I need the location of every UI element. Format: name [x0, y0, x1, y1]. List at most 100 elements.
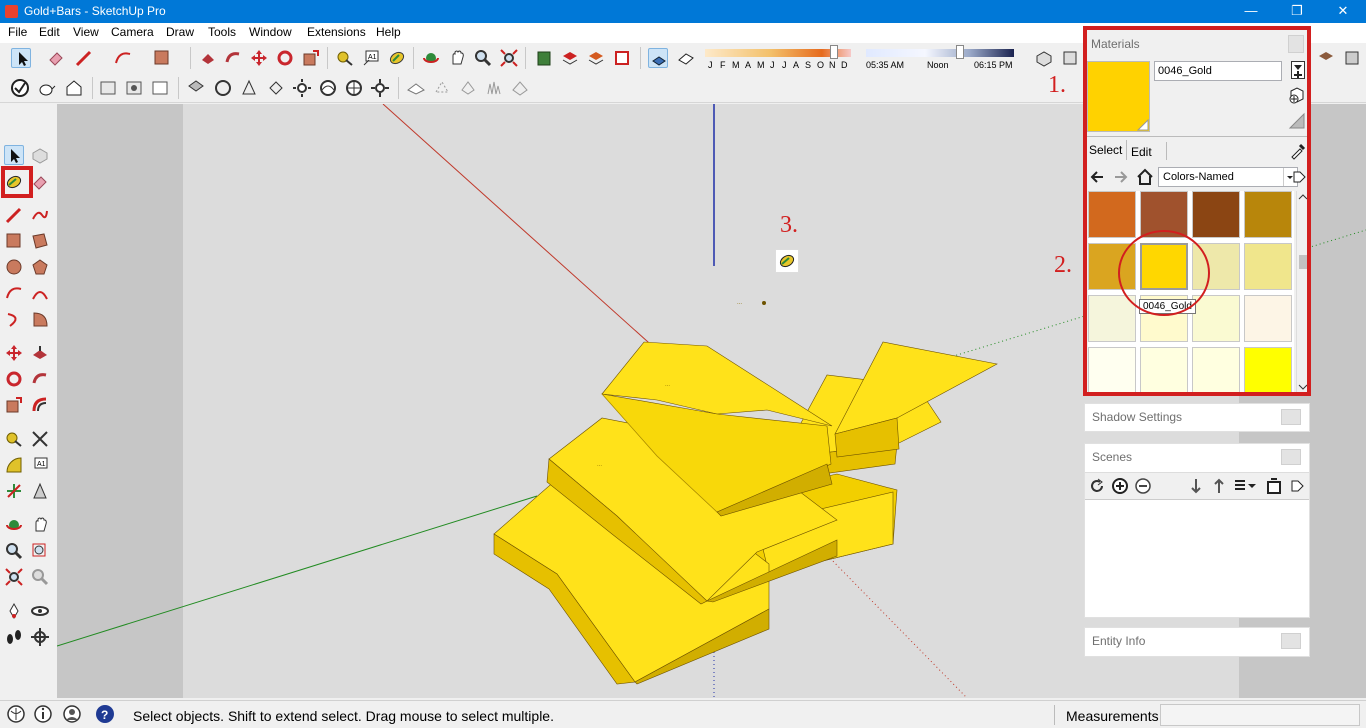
- pie-tool-icon[interactable]: [30, 309, 50, 329]
- fog-toggle-icon[interactable]: [676, 48, 696, 68]
- menu-draw[interactable]: Draw: [166, 25, 194, 39]
- tape-measure-tool-icon[interactable]: [4, 429, 24, 449]
- text-tool-icon[interactable]: A1: [30, 455, 50, 475]
- warehouse-icon[interactable]: [534, 48, 554, 68]
- offset-tool-icon[interactable]: [30, 395, 50, 415]
- orbit-tool-icon[interactable]: [4, 515, 24, 535]
- previous-view-icon[interactable]: [30, 567, 50, 587]
- rotate-tool-icon[interactable]: [4, 369, 24, 389]
- menu-window[interactable]: Window: [249, 25, 292, 39]
- section-plane-icon[interactable]: [186, 78, 206, 98]
- grass-icon[interactable]: [484, 78, 504, 98]
- select-tool-icon[interactable]: [4, 145, 24, 165]
- move-tool-icon[interactable]: [4, 343, 24, 363]
- send-to-layout-icon[interactable]: [612, 48, 632, 68]
- dimension-tool-icon[interactable]: [30, 429, 50, 449]
- three-point-arc-icon[interactable]: [4, 309, 24, 329]
- teapot-icon[interactable]: [36, 78, 56, 98]
- extension-warehouse-icon[interactable]: [586, 48, 606, 68]
- view-options-icon[interactable]: [1233, 477, 1257, 495]
- stamp-icon[interactable]: [432, 78, 452, 98]
- walk-tool-icon[interactable]: [4, 627, 24, 647]
- look-around-icon[interactable]: [30, 601, 50, 621]
- menu-file[interactable]: File: [8, 25, 27, 39]
- close-button[interactable]: ✕: [1320, 0, 1366, 23]
- instructor-help-icon[interactable]: ?: [95, 704, 115, 724]
- arc-tool-icon[interactable]: [4, 283, 24, 303]
- position-camera-icon[interactable]: [4, 601, 24, 621]
- arc-tool-icon[interactable]: [113, 48, 133, 68]
- rotate-tool-icon[interactable]: [275, 48, 295, 68]
- geo-location-status-icon[interactable]: [6, 704, 26, 724]
- zoom-window-tool-icon[interactable]: [30, 541, 50, 561]
- update-scene-icon[interactable]: [1088, 477, 1106, 495]
- share-model-icon[interactable]: [1342, 48, 1362, 68]
- light-icon[interactable]: [370, 78, 390, 98]
- scenes-details-arrow-icon[interactable]: [1288, 477, 1306, 495]
- make-component-icon[interactable]: [30, 145, 50, 165]
- user-account-icon[interactable]: [62, 704, 82, 724]
- remove-scene-icon[interactable]: [1134, 477, 1152, 495]
- select-tool-icon[interactable]: [11, 48, 31, 68]
- shadows-toggle-icon[interactable]: [648, 48, 668, 68]
- shadow-settings-expand-button[interactable]: [1281, 409, 1301, 425]
- push-pull-tool-icon[interactable]: [30, 343, 50, 363]
- xray-icon[interactable]: [98, 78, 118, 98]
- line-tool-icon[interactable]: [4, 205, 24, 225]
- minimize-button[interactable]: —: [1228, 0, 1274, 23]
- house-style-icon[interactable]: [64, 78, 84, 98]
- hidden-line-icon[interactable]: [150, 78, 170, 98]
- circle-tool-icon[interactable]: [4, 257, 24, 277]
- menu-view[interactable]: View: [73, 25, 99, 39]
- top-view-icon[interactable]: [1060, 48, 1080, 68]
- menu-tools[interactable]: Tools: [208, 25, 236, 39]
- components-icon[interactable]: [560, 48, 580, 68]
- entity-info-expand-button[interactable]: [1281, 633, 1301, 649]
- pan-tool-icon[interactable]: [447, 48, 467, 68]
- month-slider-handle[interactable]: [830, 45, 838, 59]
- rectangle-tool-icon[interactable]: [152, 48, 172, 68]
- shadow-settings-panel[interactable]: Shadow Settings: [1084, 403, 1310, 432]
- entity-info-panel[interactable]: Entity Info: [1084, 627, 1310, 657]
- cloud-icon[interactable]: [318, 78, 338, 98]
- move-tool-icon[interactable]: [249, 48, 269, 68]
- move-scene-up-icon[interactable]: [1210, 477, 1228, 495]
- pan-tool-icon[interactable]: [30, 515, 50, 535]
- show-details-icon[interactable]: [1265, 477, 1283, 495]
- follow-me-tool-icon[interactable]: [223, 48, 243, 68]
- geo-location-icon[interactable]: [213, 78, 233, 98]
- rectangle-tool-icon[interactable]: [4, 231, 24, 251]
- measurements-input[interactable]: [1160, 704, 1360, 726]
- orbit-tool-icon[interactable]: [421, 48, 441, 68]
- eraser-tool-icon[interactable]: [46, 48, 66, 68]
- back-edges-icon[interactable]: [124, 78, 144, 98]
- scale-tool-icon[interactable]: [301, 48, 321, 68]
- protractor-tool-icon[interactable]: [4, 455, 24, 475]
- paint-bucket-tool-icon[interactable]: [387, 48, 407, 68]
- menu-camera[interactable]: Camera: [111, 25, 154, 39]
- time-slider[interactable]: [866, 49, 1014, 57]
- globe-icon[interactable]: [344, 78, 364, 98]
- menu-edit[interactable]: Edit: [39, 25, 60, 39]
- scenes-collapse-button[interactable]: [1281, 449, 1301, 465]
- menu-help[interactable]: Help: [376, 25, 401, 39]
- flip-edge-icon[interactable]: [510, 78, 530, 98]
- menu-extensions[interactable]: Extensions: [307, 25, 366, 39]
- time-slider-handle[interactable]: [956, 45, 964, 59]
- sandbox-icon[interactable]: [239, 78, 259, 98]
- rotated-rectangle-tool-icon[interactable]: [30, 231, 50, 251]
- add-scene-icon[interactable]: [1111, 477, 1129, 495]
- terrain-icon[interactable]: [406, 78, 426, 98]
- maximize-button[interactable]: ❐: [1274, 0, 1320, 23]
- sun-icon[interactable]: [292, 78, 312, 98]
- axes-tool-icon[interactable]: [4, 481, 24, 501]
- zoom-extents-tool-icon[interactable]: [4, 567, 24, 587]
- smoove-icon[interactable]: [458, 78, 478, 98]
- scenes-list[interactable]: [1085, 501, 1309, 617]
- move-scene-down-icon[interactable]: [1187, 477, 1205, 495]
- follow-me-tool-icon[interactable]: [30, 369, 50, 389]
- polygon-tool-icon[interactable]: [30, 257, 50, 277]
- scale-tool-icon[interactable]: [4, 395, 24, 415]
- warehouse-extra-icon[interactable]: [1316, 48, 1336, 68]
- credits-icon[interactable]: [33, 704, 53, 724]
